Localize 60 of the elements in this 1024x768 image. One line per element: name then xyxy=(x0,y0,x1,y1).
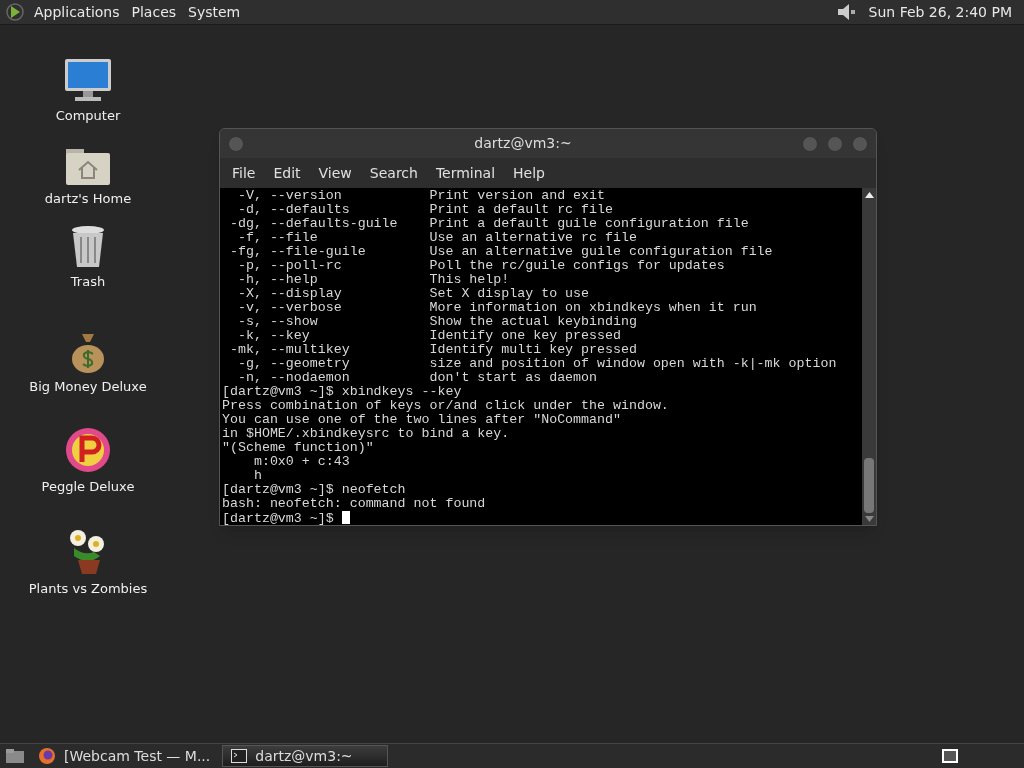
terminal-line: [dartz@vm3 ~]$ neofetch xyxy=(222,482,406,497)
terminal-line: -f, --file Use an alternative rc file xyxy=(236,230,637,245)
menu-item[interactable]: View xyxy=(310,162,360,184)
show-desktop-button[interactable] xyxy=(942,749,958,763)
desktop-icon-label[interactable]: Peggle Deluxe xyxy=(41,477,135,497)
minimize-button[interactable] xyxy=(802,135,818,152)
terminal-line: -h, --help This help! xyxy=(236,272,510,287)
browser-icon xyxy=(38,747,56,765)
scrollbar-thumb[interactable] xyxy=(864,458,874,513)
desktop-icon-label[interactable]: Computer xyxy=(55,105,121,125)
terminal-line: -d, --defaults Print a default rc file xyxy=(236,202,613,217)
panel-menu[interactable]: Places xyxy=(127,1,181,23)
clock[interactable]: Sun Feb 26, 2:40 PM xyxy=(860,1,1020,23)
scrollbar[interactable] xyxy=(862,188,876,525)
terminal-line: -V, --version Print version and exit xyxy=(236,188,605,203)
menu-item[interactable]: Terminal xyxy=(427,162,504,184)
terminal-line: [dartz@vm3 ~]$ xyxy=(222,511,335,525)
window-title: dartz@vm3:~ xyxy=(473,134,573,153)
text-cursor xyxy=(341,511,350,524)
desktop-icon-label[interactable]: Plants vs Zombies xyxy=(28,579,148,599)
maximize-button[interactable] xyxy=(827,135,843,152)
terminal-line: -X, --display Set X display to use xyxy=(236,286,590,301)
taskbar-button[interactable]: dartz@vm3:~ xyxy=(222,745,389,767)
terminal-line: -mk, --multikey Identify multi key pressed xyxy=(228,342,637,357)
desktop-icon-label[interactable]: Trash xyxy=(70,271,106,291)
scroll-up-arrow-icon[interactable] xyxy=(864,191,874,199)
distro-logo-icon[interactable] xyxy=(4,2,26,22)
terminal-line: h xyxy=(252,468,262,483)
trash-icon xyxy=(69,224,107,269)
close-button[interactable] xyxy=(852,135,868,152)
terminal-line: -fg, --file-guile Use an alternative guile configuration file xyxy=(228,244,773,259)
desktop-icon-label[interactable]: dartz's Home xyxy=(44,188,132,208)
terminal-line: -n, --nodaemon don't start as daemon xyxy=(236,370,598,385)
menu-item[interactable]: Edit xyxy=(265,162,309,184)
folder-icon[interactable] xyxy=(4,747,26,765)
terminal-line: -k, --key Identify one key pressed xyxy=(236,328,621,343)
menu-item[interactable]: File xyxy=(224,162,264,184)
terminal-line: bash: neofetch: command not found xyxy=(222,496,486,511)
terminal-line: in $HOME/.xbindkeysrc to bind a key. xyxy=(222,426,510,441)
taskbar-button[interactable]: [Webcam Test — M... xyxy=(34,745,215,767)
terminal-line: [dartz@vm3 ~]$ xbindkeys --key xyxy=(222,384,462,399)
scroll-down-arrow-icon[interactable] xyxy=(864,515,874,523)
monitor-icon xyxy=(63,56,113,103)
terminal-line: -g, --geometry size and position of window open with -k|-mk option xyxy=(236,356,837,371)
terminal-line: -p, --poll-rc Poll the rc/guile configs for updates xyxy=(236,258,725,273)
terminal-line: -s, --show Show the actual keybinding xyxy=(236,314,637,329)
panel-menu[interactable]: System xyxy=(184,1,245,23)
panel-menu[interactable]: Applications xyxy=(30,1,124,23)
terminal-line: -v, --verbose More information on xbindkeys when it run xyxy=(236,300,757,315)
terminal-icon xyxy=(231,749,248,763)
terminal-line: "(Scheme function)" xyxy=(222,440,374,455)
terminal-line: Press combination of keys or/and click under the window. xyxy=(222,398,669,413)
ball-icon xyxy=(64,426,112,474)
window-menu-button[interactable] xyxy=(228,135,244,152)
menu-item[interactable]: Search xyxy=(361,162,426,184)
menu-item[interactable]: Help xyxy=(505,162,553,184)
terminal-line: -dg, --defaults-guile Print a default guile configuration file xyxy=(228,216,749,231)
desktop-icon-label[interactable]: Big Money Deluxe xyxy=(29,376,147,396)
terminal-line: You can use one of the two lines after "NoCommand" xyxy=(222,412,621,427)
terminal-line: m:0x0 + c:43 xyxy=(252,454,350,469)
